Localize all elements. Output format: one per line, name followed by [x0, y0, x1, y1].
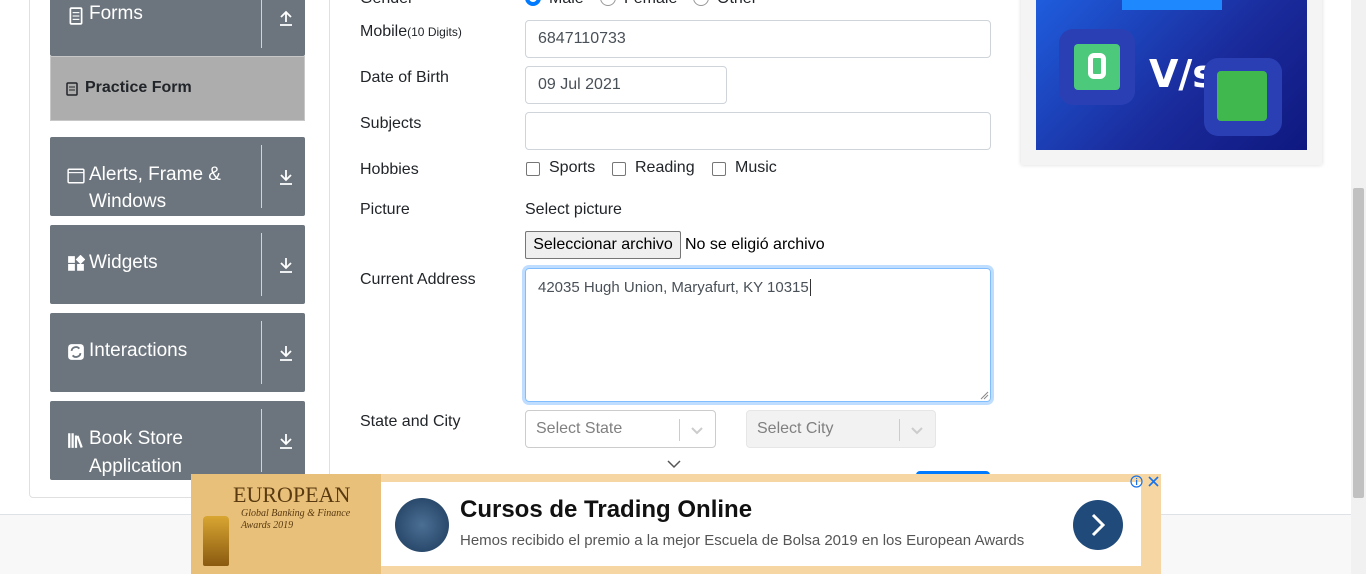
divider — [261, 409, 262, 472]
select-separator — [679, 419, 680, 441]
state-select[interactable]: Select State — [525, 410, 716, 448]
trophy-icon — [203, 516, 229, 566]
award-image: EUROPEAN Global Banking & Finance Awards… — [191, 474, 381, 574]
hobby-label-reading[interactable]: Reading — [635, 159, 695, 177]
gender-radio-female[interactable] — [600, 0, 616, 6]
sidebar-group-label: Alerts, Frame & — [89, 164, 221, 185]
address-textarea[interactable]: 42035 Hugh Union, Maryafurt, KY 10315 — [525, 268, 991, 402]
hobby-label-music[interactable]: Music — [735, 159, 777, 177]
dob-value: 09 Jul 2021 — [538, 76, 621, 93]
state-city-label: State and City — [360, 413, 461, 430]
ad-badge — [1122, 0, 1222, 10]
divider — [261, 321, 262, 384]
chevron-down-icon — [691, 427, 703, 435]
document-icon — [69, 7, 83, 25]
mobile-label: Mobile(10 Digits) — [360, 23, 462, 41]
choose-file-button[interactable]: Seleccionar archivo — [525, 231, 681, 259]
download-arrow-icon — [280, 258, 292, 273]
chevron-down-icon — [911, 427, 923, 435]
state-placeholder: Select State — [536, 420, 623, 437]
divider — [261, 0, 262, 48]
mobile-label-text: Mobile — [360, 23, 408, 40]
sidebar-group-widgets[interactable]: Widgets — [50, 225, 305, 304]
sidebar-group-label: Forms — [89, 3, 143, 24]
address-value: 42035 Hugh Union, Maryafurt, KY 10315 — [538, 279, 809, 296]
divider — [261, 145, 262, 208]
dob-label: Date of Birth — [360, 69, 449, 86]
divider — [261, 233, 262, 296]
sidebar-item-practice-form[interactable]: Practice Form — [50, 56, 305, 121]
ad-tile-right — [1204, 58, 1282, 136]
banner-go-button[interactable] — [1073, 500, 1123, 550]
bull-bear-logo-icon — [395, 498, 449, 552]
sidebar-group-interactions[interactable]: Interactions — [50, 313, 305, 392]
page: Forms Practice Form Alerts, Frame & Wind… — [0, 0, 1366, 574]
hobbies-label: Hobbies — [360, 161, 419, 178]
mobile-value: 6847110733 — [538, 30, 626, 47]
info-icon[interactable] — [1130, 475, 1143, 488]
sidebar-group-label: Interactions — [89, 340, 188, 361]
city-select[interactable]: Select City — [746, 410, 936, 448]
sidebar-group-bookstore[interactable]: Book Store Application — [50, 401, 305, 480]
hobby-checkbox-sports[interactable] — [526, 162, 540, 176]
gender-option-other[interactable]: Other — [717, 0, 757, 8]
bottom-banner-ad[interactable]: EUROPEAN Global Banking & Finance Awards… — [191, 474, 1161, 574]
gender-radio-other[interactable] — [693, 0, 709, 6]
subjects-label: Subjects — [360, 115, 422, 132]
download-arrow-icon — [280, 434, 292, 449]
hobby-checkbox-music[interactable] — [712, 162, 726, 176]
city-placeholder: Select City — [757, 420, 834, 437]
sidebar-group-label-line2: Windows — [89, 191, 167, 212]
mobile-hint: (10 Digits) — [407, 25, 462, 39]
text-cursor — [809, 279, 811, 296]
gender-option-male[interactable]: Male — [549, 0, 584, 8]
ad-image: V/s — [1036, 0, 1307, 150]
books-icon — [68, 433, 83, 448]
resize-handle-icon[interactable] — [980, 391, 989, 400]
window-icon — [67, 168, 85, 184]
sidebar-item-label: Practice Form — [85, 79, 192, 96]
banner-subtext: Hemos recibido el premio a la mejor Escu… — [460, 532, 1025, 549]
form-list-icon — [66, 82, 78, 96]
download-arrow-icon — [280, 170, 292, 185]
chevron-down-icon[interactable] — [666, 458, 682, 470]
sidebar-group-forms[interactable]: Forms — [50, 0, 305, 56]
selenium-logo-icon — [1217, 71, 1267, 121]
gender-radio-male[interactable] — [525, 0, 541, 6]
hobby-checkbox-reading[interactable] — [612, 162, 626, 176]
subjects-input[interactable] — [525, 112, 991, 150]
s-letter-shape — [1088, 53, 1106, 79]
file-status: No se eligió archivo — [685, 236, 825, 253]
close-icon[interactable] — [1147, 475, 1160, 488]
mobile-input[interactable]: 6847110733 — [525, 20, 991, 58]
banner-content[interactable]: Cursos de Trading Online Hemos recibido … — [381, 482, 1141, 566]
scrollbar-thumb[interactable] — [1353, 188, 1364, 498]
sidebar-group-alerts[interactable]: Alerts, Frame & Windows — [50, 137, 305, 216]
side-advertisement[interactable]: V/s — [1021, 0, 1322, 165]
chevron-right-icon — [1091, 513, 1106, 537]
gender-option-female[interactable]: Female — [624, 0, 677, 8]
sidebar-group-label-line2: Application — [89, 456, 182, 477]
sidebar-group-label: Book Store — [89, 428, 183, 449]
picture-prompt: Select picture — [525, 201, 622, 218]
sidebar-group-label: Widgets — [89, 252, 158, 273]
ad-tile-left — [1059, 29, 1135, 105]
download-arrow-icon — [280, 346, 292, 361]
gender-label: Gender — [360, 0, 413, 8]
award-title: EUROPEAN — [233, 482, 351, 507]
award-subtitle: Global Banking & Finance Awards 2019 — [241, 508, 351, 531]
widgets-icon — [68, 255, 85, 271]
dob-input[interactable]: 09 Jul 2021 — [525, 66, 727, 104]
select-separator — [899, 419, 900, 441]
banner-headline[interactable]: Cursos de Trading Online — [460, 496, 752, 524]
address-label: Current Address — [360, 271, 476, 288]
hobby-label-sports[interactable]: Sports — [549, 159, 595, 177]
picture-label: Picture — [360, 201, 410, 218]
interactions-icon — [68, 344, 84, 360]
upload-arrow-icon — [280, 10, 292, 26]
